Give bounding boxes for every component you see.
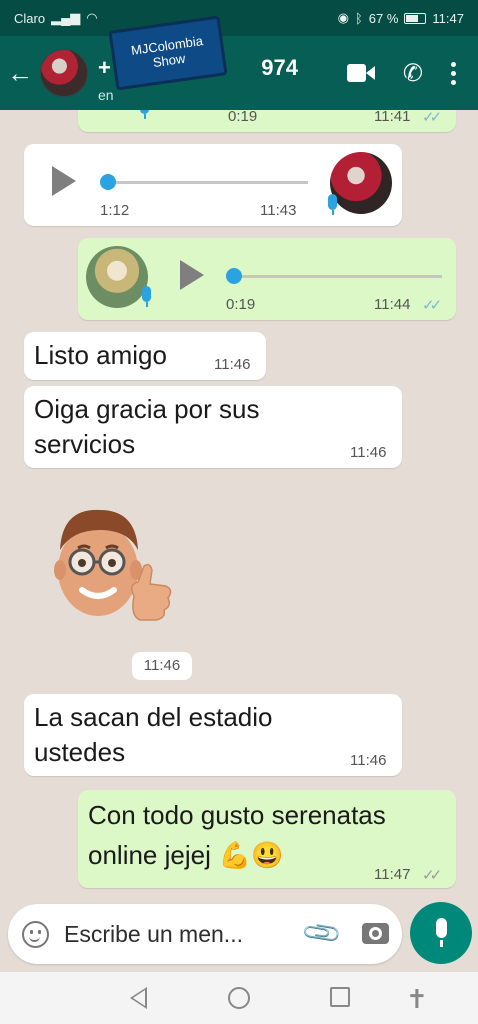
message-time: 11:43 [260, 202, 297, 219]
message-time: 11:41 [374, 110, 411, 125]
voice-message-out: 0:19 11:44 ✓✓ [78, 238, 456, 320]
bluetooth-icon: ᛒ [354, 10, 363, 26]
status-bar: Claro ▂▄▆ ◠ ◉ ᛒ 67 % 11:47 [0, 0, 478, 36]
voice-mic-icon [328, 194, 337, 215]
battery-icon [404, 12, 427, 24]
voice-duration: 0:19 [228, 110, 258, 125]
read-receipt-icon: ✓✓ [422, 297, 442, 314]
message-text-line1: Oiga gracia por sus [34, 394, 260, 424]
eye-icon: ◉ [337, 10, 349, 25]
voice-progress-track[interactable] [108, 181, 308, 184]
signal-icon: ▂▄▆ [51, 10, 81, 25]
system-nav-bar: ✝ [0, 972, 478, 1024]
voice-mic-icon [140, 110, 149, 119]
carrier-label: Claro [14, 10, 46, 26]
message-time: 11:47 [374, 866, 411, 883]
muscle-grin-emojis: 💪😃 [218, 840, 284, 870]
contact-status: en [98, 87, 114, 103]
voice-duration: 0:19 [226, 296, 256, 313]
message-text-line1: Con todo gusto serenatas [88, 800, 386, 830]
voice-progress-track[interactable] [236, 275, 442, 278]
text-message-out: Con todo gusto serenatas online jejej 💪😃… [78, 790, 456, 888]
contact-name-suffix: 974 [261, 55, 298, 80]
sender-avatar [86, 246, 148, 308]
message-composer[interactable]: Escribe un men... 📎 [8, 904, 402, 964]
message-text-line1: La sacan del estadio [34, 702, 273, 732]
phone-call-icon[interactable]: ✆ [403, 59, 423, 88]
nav-back-icon[interactable] [130, 987, 147, 1009]
text-message-in: La sacan del estadio ustedes 11:46 [24, 694, 402, 776]
message-time: 11:46 [350, 752, 387, 769]
message-time: 11:46 [214, 356, 251, 373]
voice-duration: 1:12 [100, 202, 130, 219]
thumbs-up-memoji-sticker[interactable] [48, 500, 178, 632]
nav-home-icon[interactable] [228, 987, 250, 1009]
emoji-icon[interactable] [22, 921, 49, 948]
contact-avatar[interactable] [40, 49, 88, 97]
video-call-icon[interactable] [346, 64, 375, 82]
voice-record-button[interactable] [410, 902, 472, 964]
voice-progress-knob[interactable] [100, 174, 116, 190]
delivered-receipt-icon: ✓✓ [422, 867, 442, 884]
text-message-in: Oiga gracia por sus servicios 11:46 [24, 386, 402, 468]
clock: 11:47 [432, 10, 464, 26]
message-time: 11:46 [132, 652, 192, 680]
nav-recents-icon[interactable] [330, 987, 350, 1007]
voice-progress-knob[interactable] [226, 268, 242, 284]
chat-header: ← + 974 en MJColombia Show ✆ [0, 15, 478, 110]
more-options-icon[interactable] [451, 61, 456, 85]
message-text: Listo amigo [34, 340, 167, 370]
play-icon[interactable] [52, 166, 76, 196]
accessibility-icon[interactable]: ✝ [406, 984, 428, 1015]
read-receipt-icon: ✓✓ [422, 110, 442, 126]
camera-icon[interactable] [362, 923, 389, 944]
voice-message-in: 1:12 11:43 [24, 144, 402, 226]
contact-info[interactable]: + 974 en MJColombia Show [98, 15, 298, 103]
message-time: 11:46 [350, 444, 387, 461]
back-arrow-icon[interactable]: ← [0, 58, 40, 89]
microphone-icon [436, 918, 447, 938]
message-text-line2: ustedes [34, 737, 126, 767]
voice-message-out: 0:19 11:41 ✓✓ [78, 110, 456, 132]
voice-mic-icon [142, 286, 151, 307]
play-icon[interactable] [180, 260, 204, 290]
text-message-in: Listo amigo 11:46 [24, 332, 266, 380]
attach-icon[interactable]: 📎 [300, 911, 345, 956]
message-text-line2: online jejej [88, 840, 211, 870]
contact-name-prefix: + [98, 55, 111, 80]
sender-avatar [330, 152, 392, 214]
battery-percent: 67 % [368, 10, 399, 26]
message-input[interactable]: Escribe un men... [64, 921, 243, 948]
wifi-icon: ◠ [86, 10, 98, 25]
message-time: 11:44 [374, 296, 411, 313]
chat-area[interactable]: 0:19 11:41 ✓✓ 1:12 11:43 0:19 11:44 ✓✓ L… [0, 110, 478, 904]
message-text-line2: servicios [34, 429, 136, 459]
